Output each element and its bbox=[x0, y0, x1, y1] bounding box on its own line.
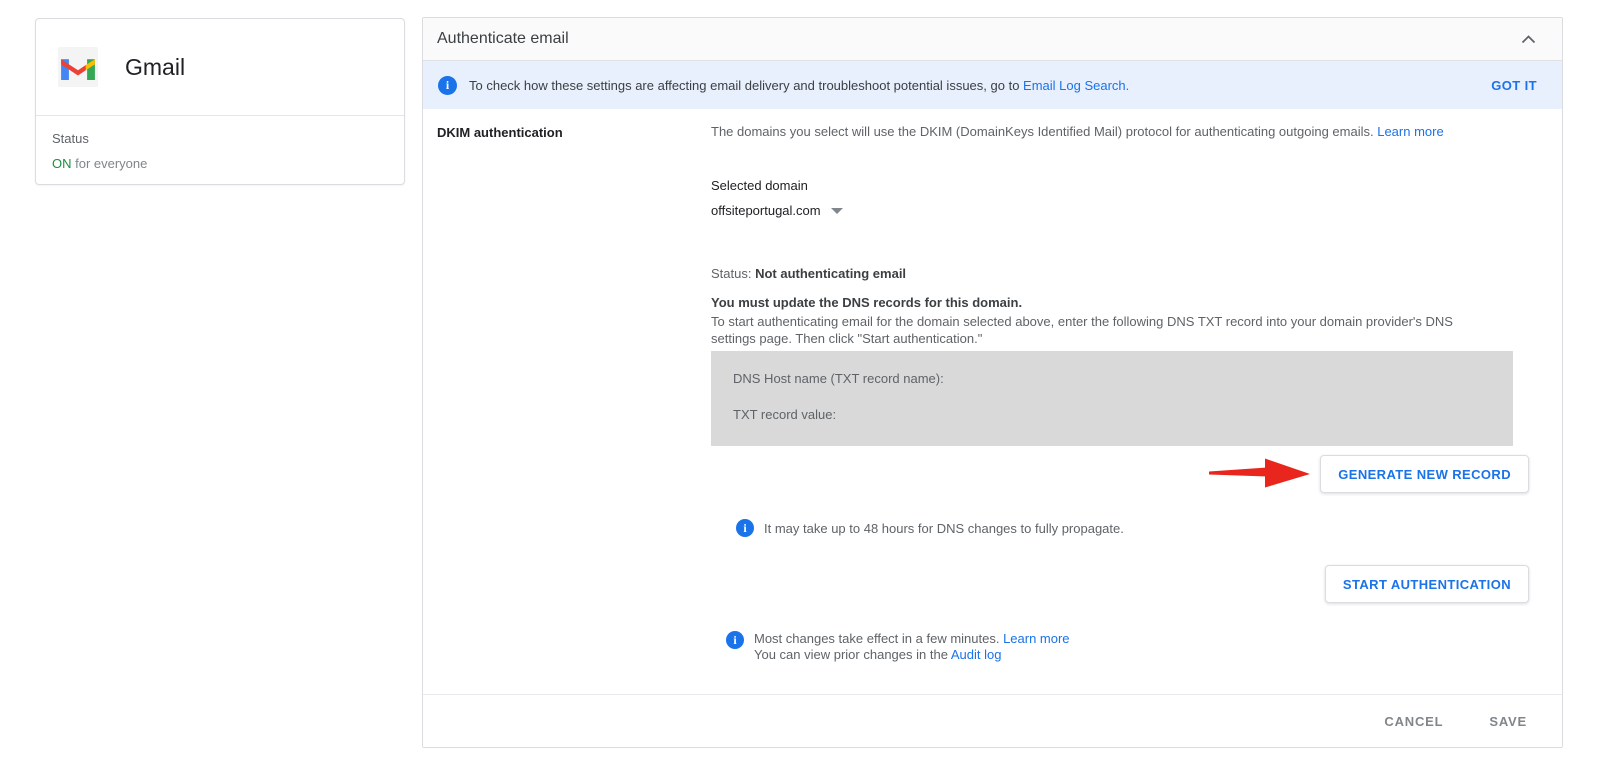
changes-note: i Most changes take effect in a few minu… bbox=[711, 631, 1529, 663]
dkim-section: DKIM authentication The domains you sele… bbox=[423, 109, 1562, 663]
domain-dropdown[interactable]: offsiteportugal.com bbox=[711, 203, 843, 218]
dns-instructions: To start authenticating email for the do… bbox=[711, 313, 1501, 347]
gmail-app-card: Gmail Status ON for everyone bbox=[35, 18, 405, 185]
authenticate-email-panel: Authenticate email i To check how these … bbox=[422, 17, 1563, 748]
propagation-note: i It may take up to 48 hours for DNS cha… bbox=[711, 519, 1529, 537]
dns-record-box: DNS Host name (TXT record name): TXT rec… bbox=[711, 351, 1513, 446]
info-banner: i To check how these settings are affect… bbox=[423, 61, 1562, 109]
status-on-badge: ON bbox=[52, 156, 72, 171]
banner-text: To check how these settings are affectin… bbox=[469, 78, 1129, 93]
status-value: ON for everyone bbox=[52, 156, 404, 171]
red-arrow-annotation-icon bbox=[1209, 455, 1313, 493]
selected-domain-value: offsiteportugal.com bbox=[711, 203, 821, 218]
banner-message: To check how these settings are affectin… bbox=[469, 78, 1023, 93]
dkim-description-text: The domains you select will use the DKIM… bbox=[711, 124, 1377, 139]
info-icon: i bbox=[736, 519, 754, 537]
dkim-authentication-label: DKIM authentication bbox=[437, 123, 711, 140]
app-title: Gmail bbox=[125, 54, 185, 81]
panel-header: Authenticate email bbox=[423, 18, 1562, 61]
audit-log-link[interactable]: Audit log bbox=[951, 647, 1002, 662]
dkim-description: The domains you select will use the DKIM… bbox=[711, 123, 1529, 140]
status-prefix: Status: bbox=[711, 266, 755, 281]
start-authentication-button[interactable]: START AUTHENTICATION bbox=[1325, 565, 1529, 603]
dkim-learn-more-link[interactable]: Learn more bbox=[1377, 124, 1443, 139]
status-value-text: Not authenticating email bbox=[755, 266, 906, 281]
chevron-down-icon bbox=[831, 208, 843, 214]
gmail-logo-icon bbox=[58, 47, 98, 87]
panel-title: Authenticate email bbox=[437, 30, 569, 48]
propagation-note-text: It may take up to 48 hours for DNS chang… bbox=[764, 521, 1124, 536]
dns-update-warning: You must update the DNS records for this… bbox=[711, 294, 1529, 311]
panel-footer: CANCEL SAVE bbox=[423, 694, 1562, 747]
changes-note-line1: Most changes take effect in a few minute… bbox=[754, 631, 1070, 647]
got-it-button[interactable]: GOT IT bbox=[1491, 78, 1537, 93]
authentication-status: Status: Not authenticating email bbox=[711, 266, 1529, 281]
generate-record-row: GENERATE NEW RECORD bbox=[711, 455, 1529, 493]
changes-learn-more-link[interactable]: Learn more bbox=[1003, 631, 1069, 646]
app-card-header: Gmail bbox=[36, 19, 404, 116]
info-icon: i bbox=[438, 76, 457, 95]
info-icon: i bbox=[726, 631, 744, 649]
changes-note-line1-text: Most changes take effect in a few minute… bbox=[754, 631, 1003, 646]
setting-label-column: DKIM authentication bbox=[437, 123, 711, 663]
generate-new-record-button[interactable]: GENERATE NEW RECORD bbox=[1320, 455, 1529, 493]
txt-record-value-label: TXT record value: bbox=[733, 407, 1513, 422]
changes-note-line2: You can view prior changes in the Audit … bbox=[754, 647, 1070, 663]
dns-host-name-label: DNS Host name (TXT record name): bbox=[733, 371, 1513, 386]
save-button[interactable]: SAVE bbox=[1489, 714, 1527, 729]
cancel-button[interactable]: CANCEL bbox=[1384, 714, 1443, 729]
app-card-status-section: Status ON for everyone bbox=[36, 116, 404, 171]
email-log-search-link[interactable]: Email Log Search. bbox=[1023, 78, 1129, 93]
status-scope: for everyone bbox=[72, 156, 148, 171]
status-label: Status bbox=[52, 131, 404, 146]
audit-note-text: You can view prior changes in the bbox=[754, 647, 951, 662]
collapse-chevron-up-icon[interactable] bbox=[1517, 31, 1540, 48]
dkim-settings-column: The domains you select will use the DKIM… bbox=[711, 123, 1529, 663]
changes-note-text: Most changes take effect in a few minute… bbox=[754, 631, 1070, 663]
start-authentication-row: START AUTHENTICATION bbox=[711, 565, 1529, 603]
selected-domain-label: Selected domain bbox=[711, 178, 1529, 193]
